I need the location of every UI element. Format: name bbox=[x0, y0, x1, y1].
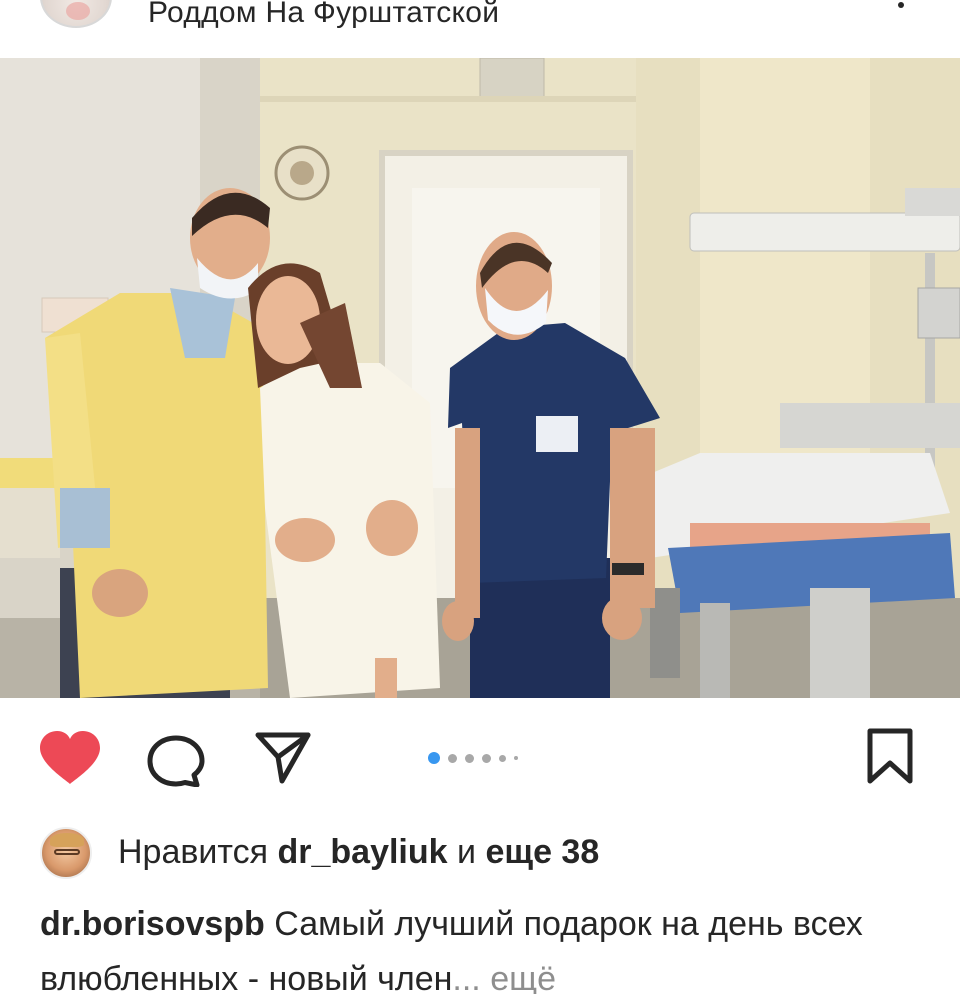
more-options-icon[interactable] bbox=[898, 2, 904, 8]
liker-username[interactable]: dr_bayliuk bbox=[277, 833, 447, 871]
carousel-dot-active bbox=[428, 752, 440, 764]
like-button[interactable] bbox=[38, 730, 102, 786]
share-button[interactable] bbox=[254, 731, 312, 785]
paper-plane-icon bbox=[255, 732, 311, 784]
account-name[interactable]: Роддом На Фурштатской bbox=[148, 0, 499, 30]
carousel-indicator bbox=[428, 751, 518, 765]
comment-icon bbox=[147, 735, 205, 788]
likes-middle: и bbox=[457, 833, 477, 871]
avatar-logo-mark bbox=[66, 2, 90, 20]
photo-scene bbox=[0, 58, 960, 698]
likes-prefix: Нравится bbox=[118, 833, 269, 871]
caption-username[interactable]: dr.borisovspb bbox=[40, 905, 265, 943]
carousel-dot bbox=[514, 756, 518, 760]
likes-summary[interactable]: Нравится dr_bayliuk и еще 38 bbox=[118, 833, 599, 872]
caption-ellipsis: ... bbox=[452, 960, 481, 994]
carousel-dot bbox=[448, 753, 457, 763]
caption-more-link[interactable]: ещё bbox=[490, 960, 556, 994]
avatar-hair bbox=[50, 833, 84, 847]
post-caption: dr.borisovspb Самый лучший подарок на де… bbox=[40, 897, 920, 994]
likes-count[interactable]: еще 38 bbox=[485, 833, 599, 871]
carousel-dot bbox=[499, 754, 506, 762]
post-photo[interactable] bbox=[0, 58, 960, 698]
liker-avatar[interactable] bbox=[40, 827, 92, 879]
avatar-glasses bbox=[54, 849, 80, 855]
save-button[interactable] bbox=[864, 727, 916, 785]
carousel-dot bbox=[465, 753, 474, 763]
bookmark-icon bbox=[867, 728, 913, 784]
heart-filled-icon bbox=[40, 731, 100, 784]
account-avatar[interactable] bbox=[40, 0, 112, 28]
post-header: Роддом На Фурштатской bbox=[0, 0, 960, 58]
carousel-dot bbox=[482, 753, 491, 763]
comment-button[interactable] bbox=[146, 735, 206, 788]
